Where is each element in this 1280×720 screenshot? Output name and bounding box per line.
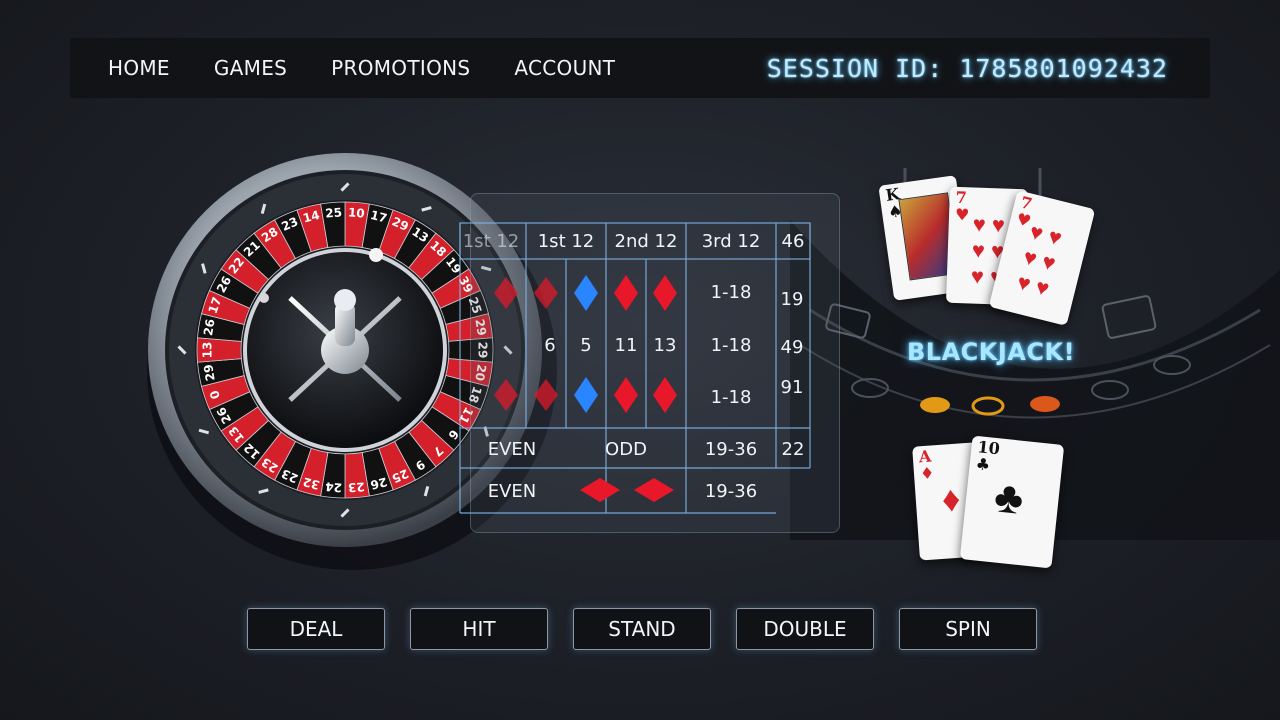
bet-cell-6[interactable]: 6 bbox=[544, 335, 555, 356]
top-nav-bar: HOME GAMES PROMOTIONS ACCOUNT SESSION ID… bbox=[70, 38, 1210, 98]
blackjack-label: BLACKJACK! bbox=[907, 338, 1076, 366]
heart-pips: ♥ ♥ ♥ ♥ ♥ ♥ bbox=[1014, 218, 1065, 302]
roulette-pocket-number: 25 bbox=[325, 205, 343, 220]
game-controls: DEAL HIT STAND DOUBLE SPIN bbox=[247, 608, 1062, 650]
roulette-ball bbox=[369, 248, 383, 262]
diamond-pip: ♦ bbox=[940, 477, 962, 520]
bet-cell-11[interactable]: 11 bbox=[615, 335, 638, 356]
nav-account[interactable]: ACCOUNT bbox=[514, 56, 615, 80]
dozen-header-1[interactable]: 1st 12 bbox=[538, 231, 595, 252]
stand-button[interactable]: STAND bbox=[573, 608, 711, 650]
bet-high-row4[interactable]: 19-36 bbox=[705, 439, 757, 460]
column-header[interactable]: 46 bbox=[782, 231, 805, 252]
roulette-pocket-number: 24 bbox=[325, 479, 343, 494]
bet-low-row3[interactable]: 1-18 bbox=[711, 387, 752, 408]
bet-cell-row2[interactable]: 49 bbox=[781, 337, 804, 358]
spin-button[interactable]: SPIN bbox=[899, 608, 1037, 650]
dozen-header-faded[interactable]: 1st 12 bbox=[463, 231, 520, 252]
bet-low-row1[interactable]: 1-18 bbox=[711, 282, 752, 303]
nav-games[interactable]: GAMES bbox=[214, 56, 287, 80]
bet-low-row2[interactable]: 1-18 bbox=[711, 335, 752, 356]
bet-cell-5[interactable]: 5 bbox=[580, 335, 591, 356]
bet-odd[interactable]: ODD bbox=[605, 439, 647, 460]
nav-home[interactable]: HOME bbox=[108, 56, 170, 80]
double-button[interactable]: DOUBLE bbox=[736, 608, 874, 650]
hit-button[interactable]: HIT bbox=[410, 608, 548, 650]
dozen-header-2[interactable]: 2nd 12 bbox=[615, 231, 678, 252]
roulette-pocket-number: 29 bbox=[201, 363, 218, 382]
dozen-header-3[interactable]: 3rd 12 bbox=[702, 231, 761, 252]
bet-even-2[interactable]: EVEN bbox=[488, 481, 537, 502]
bet-even[interactable]: EVEN bbox=[488, 439, 537, 460]
bet-cell-row1[interactable]: 19 bbox=[781, 289, 804, 310]
roulette-pocket-number: 23 bbox=[347, 479, 365, 494]
roulette-pocket-number: 26 bbox=[201, 318, 218, 337]
bet-cell-row3[interactable]: 91 bbox=[781, 377, 804, 398]
club-pip: ♣ bbox=[991, 472, 1026, 525]
deal-button[interactable]: DEAL bbox=[247, 608, 385, 650]
card-rank: 7 bbox=[955, 187, 968, 208]
club-icon: ♣ bbox=[974, 454, 992, 475]
main-nav: HOME GAMES PROMOTIONS ACCOUNT bbox=[108, 56, 659, 80]
bet-cell-13[interactable]: 13 bbox=[654, 335, 677, 356]
session-id-display: SESSION ID: 1785801092432 bbox=[766, 54, 1168, 83]
diamond-icon: ♦ bbox=[919, 463, 935, 484]
bet-high-row5[interactable]: 19-36 bbox=[705, 481, 757, 502]
heart-icon: ♥ bbox=[954, 204, 970, 225]
player-card-2: 10 ♣ ♣ bbox=[959, 435, 1065, 569]
betting-grid: 1st 12 1st 12 2nd 12 3rd 12 46 1-18 19 6… bbox=[459, 222, 811, 514]
nav-promotions[interactable]: PROMOTIONS bbox=[331, 56, 470, 80]
bet-cell-row4[interactable]: 22 bbox=[782, 439, 805, 460]
roulette-pocket-number: 10 bbox=[347, 205, 365, 220]
roulette-pocket-number: 13 bbox=[201, 342, 215, 359]
